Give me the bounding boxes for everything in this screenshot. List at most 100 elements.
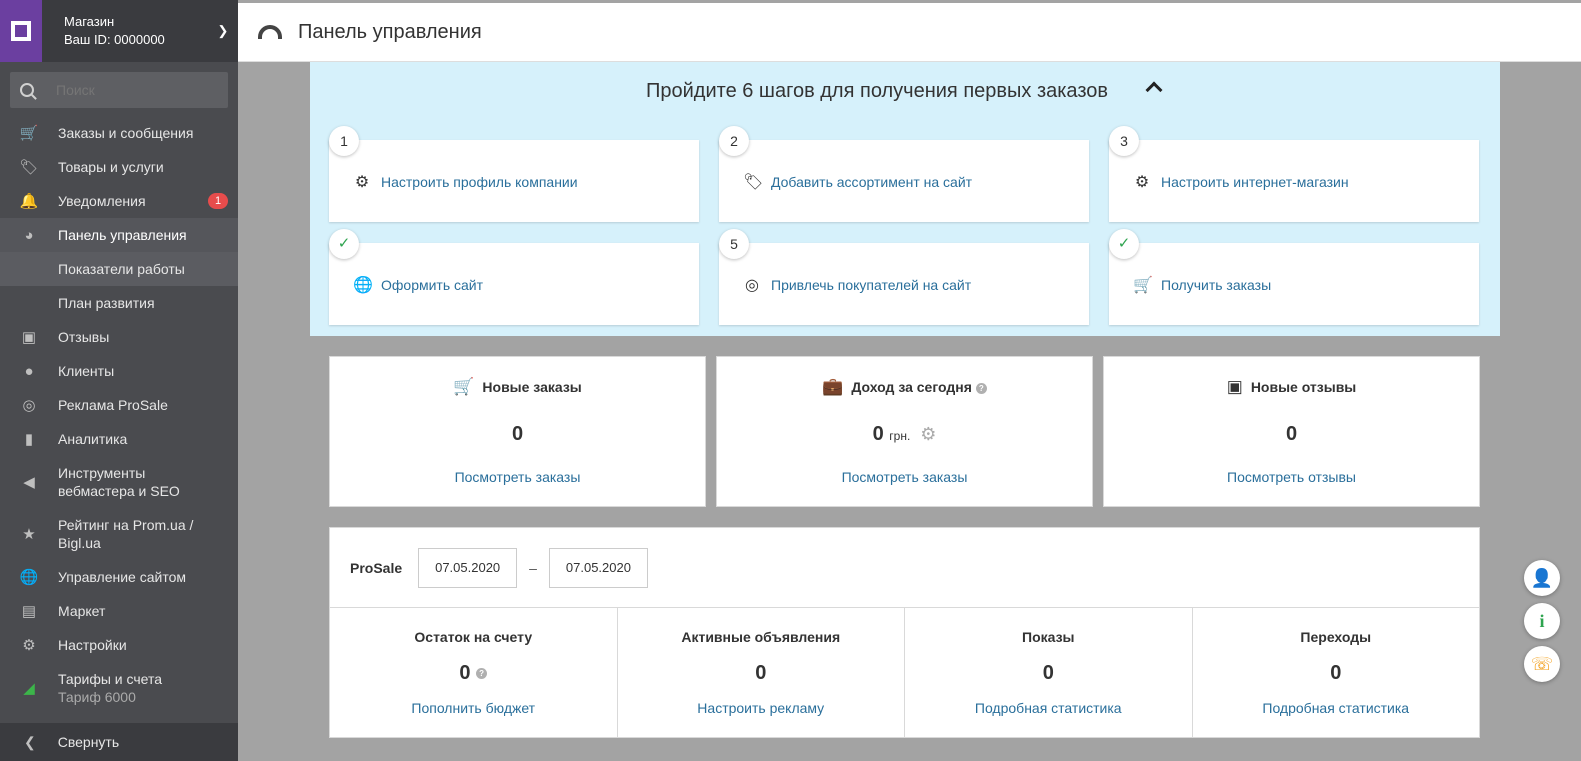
- prosale-impressions: Показы 0 Подробная статистика: [905, 608, 1193, 737]
- prosale-title: ProSale: [350, 559, 403, 576]
- onboarding-steps: Пройдите 6 шагов для получения первых за…: [310, 62, 1500, 336]
- tag-icon: 🏷: [743, 174, 764, 191]
- sidebar-item-tariffs[interactable]: ◢ Тарифы и счета Тариф 6000: [0, 662, 238, 714]
- step-number: 5: [719, 229, 749, 259]
- steps-title: Пройдите 6 шагов для получения первых за…: [646, 80, 1109, 102]
- date-from-input[interactable]: 07.05.2020: [418, 547, 518, 588]
- chevron-down-icon[interactable]: ❯: [208, 23, 238, 39]
- step-link[interactable]: Получить заказы: [1161, 277, 1271, 293]
- step-card[interactable]: 1 ⚙ Настроить профиль компании: [329, 126, 699, 222]
- search-box: [10, 72, 228, 108]
- step-link[interactable]: Настроить интернет-магазин: [1161, 174, 1349, 190]
- rating-icon: ★: [22, 526, 36, 543]
- prosale-active-ads: Активные объявления 0 Настроить рекламу: [618, 608, 905, 737]
- step-card[interactable]: 2 🏷 Добавить ассортимент на сайт: [719, 126, 1089, 222]
- globe-icon: 🌐: [353, 277, 373, 294]
- sidebar-item-prosale[interactable]: ◎ Реклама ProSale: [0, 388, 238, 422]
- tag-icon: 🏷: [19, 159, 39, 176]
- card-value: 0: [1285, 423, 1298, 445]
- step-card[interactable]: 5 ◎ Привлечь покупателей на сайт: [719, 229, 1089, 325]
- gauge-icon: ◕: [24, 226, 34, 244]
- sidebar-item-site[interactable]: 🌐 Управление сайтом: [0, 560, 238, 594]
- gauge-icon: [258, 25, 282, 39]
- help-icon[interactable]: ?: [975, 382, 987, 394]
- detailed-stats-link[interactable]: Подробная статистика: [1193, 700, 1480, 716]
- step-link[interactable]: Привлечь покупателей на сайт: [771, 277, 971, 293]
- card-new-reviews: ▣ Новые отзывы 0 Посмотреть отзывы: [1103, 356, 1480, 507]
- gear-icon: ⚙: [354, 174, 370, 191]
- info-icon[interactable]: i: [1524, 603, 1560, 639]
- shop-logo-icon: [0, 0, 42, 62]
- currency-unit: грн.: [889, 429, 911, 443]
- header: Панель управления: [238, 3, 1581, 62]
- prosale-panel: ProSale 07.05.2020 – 07.05.2020 Остаток …: [329, 527, 1480, 738]
- view-orders-link[interactable]: Посмотреть заказы: [717, 469, 1092, 485]
- shop-id: Ваш ID: 0000000: [64, 32, 165, 47]
- sidebar-item-orders[interactable]: 🛒 Заказы и сообщения: [0, 116, 238, 150]
- sidebar-subitem-plan[interactable]: План развития: [0, 286, 238, 320]
- sidebar-item-webmaster[interactable]: ◀ Инструменты вебмастера и SEO: [0, 456, 238, 508]
- sidebar-item-clients[interactable]: ● Клиенты: [0, 354, 238, 388]
- gear-icon[interactable]: ⚙: [920, 424, 936, 444]
- sidebar-item-market[interactable]: ▤ Маркет: [0, 594, 238, 628]
- bell-icon: 🔔: [19, 193, 39, 210]
- chevron-up-icon[interactable]: [1145, 81, 1163, 99]
- sidebar-item-settings[interactable]: ⚙ Настройки: [0, 628, 238, 662]
- step-card[interactable]: 3 ⚙ Настроить интернет-магазин: [1109, 126, 1479, 222]
- sidebar-item-dashboard[interactable]: ◕ Панель управления: [0, 218, 238, 252]
- sidebar-collapse-button[interactable]: ❮ Свернуть: [0, 723, 238, 761]
- users-icon: ●: [24, 362, 34, 380]
- step-link[interactable]: Добавить ассортимент на сайт: [771, 174, 972, 190]
- gear-icon: ⚙: [1134, 174, 1150, 191]
- shop-name: Магазин: [64, 14, 115, 29]
- cart-icon: 🛒: [19, 125, 39, 142]
- comment-icon: ▣: [21, 329, 37, 346]
- bar-chart-icon: ▮: [24, 431, 34, 448]
- step-link[interactable]: Оформить сайт: [381, 277, 483, 293]
- help-icon[interactable]: ?: [476, 668, 488, 680]
- top-up-budget-link[interactable]: Пополнить бюджет: [330, 700, 617, 716]
- step-number: 2: [719, 126, 749, 156]
- target-icon: ◎: [745, 277, 759, 294]
- card-value: 0: [511, 423, 524, 445]
- store-icon: ▤: [21, 603, 37, 620]
- view-orders-link[interactable]: Посмотреть заказы: [330, 469, 705, 485]
- date-to-input[interactable]: 07.05.2020: [548, 547, 648, 588]
- sidebar-item-rating[interactable]: ★ Рейтинг на Prom.ua / Bigl.ua: [0, 508, 238, 560]
- megaphone-icon: ◀: [23, 474, 35, 491]
- prosale-clicks: Переходы 0 Подробная статистика: [1193, 608, 1480, 737]
- view-reviews-link[interactable]: Посмотреть отзывы: [1104, 469, 1479, 485]
- configure-ads-link[interactable]: Настроить рекламу: [618, 700, 905, 716]
- step-card[interactable]: ✓ 🌐 Оформить сайт: [329, 229, 699, 325]
- sidebar-subitem-performance[interactable]: Показатели работы: [0, 252, 238, 286]
- notification-badge: 1: [208, 193, 228, 209]
- cart-icon: 🛒: [453, 377, 475, 396]
- card-value: 0: [872, 423, 884, 445]
- sidebar-item-reviews[interactable]: ▣ Отзывы: [0, 320, 238, 354]
- step-number: 3: [1109, 126, 1139, 156]
- target-icon: ◎: [22, 397, 36, 414]
- step-link[interactable]: Настроить профиль компании: [381, 174, 578, 190]
- step-card[interactable]: ✓ 🛒 Получить заказы: [1109, 229, 1479, 325]
- card-new-orders: 🛒 Новые заказы 0 Посмотреть заказы: [329, 356, 706, 507]
- globe-icon: 🌐: [19, 569, 39, 586]
- tariff-icon: ◢: [23, 680, 35, 697]
- sidebar-item-notifications[interactable]: 🔔 Уведомления 1: [0, 184, 238, 218]
- wallet-icon: 💼: [822, 377, 844, 396]
- chevron-left-icon: ❮: [24, 733, 36, 750]
- page-title: Панель управления: [298, 20, 482, 43]
- gear-icon: ⚙: [22, 637, 36, 654]
- search-input[interactable]: [56, 82, 206, 98]
- manager-contact-icon[interactable]: 👤: [1524, 560, 1560, 596]
- cart-icon: 🛒: [1133, 277, 1153, 294]
- sidebar: Магазин Ваш ID: 0000000 ❯ 🛒Заказы и сооб…: [0, 0, 238, 761]
- step-number: 1: [329, 126, 359, 156]
- step-done-check-icon: ✓: [1109, 229, 1139, 259]
- comment-icon: ▣: [1226, 377, 1243, 396]
- sidebar-item-analytics[interactable]: ▮ Аналитика: [0, 422, 238, 456]
- support-headset-icon[interactable]: ☏: [1524, 646, 1560, 682]
- detailed-stats-link[interactable]: Подробная статистика: [905, 700, 1192, 716]
- sidebar-item-products[interactable]: 🏷 Товары и услуги: [0, 150, 238, 184]
- prosale-balance: Остаток на счету 0 ? Пополнить бюджет: [330, 608, 618, 737]
- shop-switcher[interactable]: Магазин Ваш ID: 0000000 ❯: [0, 0, 238, 62]
